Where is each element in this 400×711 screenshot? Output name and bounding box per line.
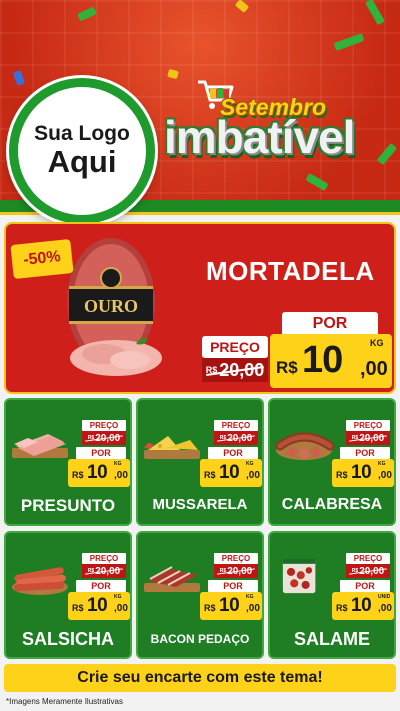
new-price-decimal: ,00	[114, 470, 128, 481]
logo-line1: Sua Logo	[34, 121, 130, 145]
featured-product-card[interactable]: OURO -50% MORTADELA PREÇO R$ 20,00 POR R…	[4, 222, 396, 394]
new-price: R$ 10 ,00 UNID	[332, 592, 394, 620]
product-card-salame[interactable]: PREÇO R$ 20,00 POR R$ 10 ,00 UNID SALAME	[268, 531, 396, 659]
price-label: PREÇO	[214, 420, 258, 431]
old-price: R$ 20,00	[214, 431, 258, 445]
new-price-currency: R$	[72, 470, 84, 480]
confetti-icon	[77, 6, 97, 22]
old-price: R$ 20,00	[202, 358, 268, 382]
new-price-decimal: ,00	[114, 603, 128, 614]
new-price-integer: 10	[219, 462, 240, 483]
product-name: PRESUNTO	[20, 496, 116, 515]
price-unit: KG	[378, 461, 386, 467]
por-label: POR	[76, 447, 126, 459]
confetti-icon	[234, 0, 250, 13]
disclaimer-text: *Imagens Meramente Ilustrativas	[6, 697, 123, 706]
price-unit: KG	[370, 338, 384, 348]
price-unit: KG	[246, 461, 254, 467]
sausage-ring-icon	[275, 432, 335, 460]
product-card-calabresa[interactable]: PREÇO R$ 20,00 POR R$ 10 ,00 KG CALABRES…	[268, 398, 396, 526]
new-price: R$ 10 ,00 KG	[270, 334, 392, 388]
price-unit: KG	[114, 594, 122, 600]
por-label: POR	[340, 580, 390, 592]
salami-package-icon	[282, 558, 316, 594]
product-card-bacon[interactable]: PREÇO R$ 20,00 POR R$ 10 ,00 KG BACON PE…	[136, 531, 264, 659]
new-price: R$ 10 ,00 KG	[332, 459, 394, 487]
product-name: CALABRESA	[281, 496, 383, 513]
new-price-currency: R$	[204, 470, 216, 480]
new-price-integer: 10	[351, 462, 372, 483]
price-label: PREÇO	[82, 420, 126, 431]
confetti-icon	[12, 70, 26, 86]
product-name: MUSSARELA	[152, 496, 248, 513]
new-price-decimal: ,00	[246, 470, 260, 481]
logo-placeholder[interactable]: Sua Logo Aqui	[9, 78, 155, 224]
new-price-currency: R$	[336, 603, 348, 613]
old-price: R$ 20,00	[82, 431, 126, 445]
new-price-integer: 10	[219, 595, 240, 616]
por-label: POR	[340, 447, 390, 459]
por-label: POR	[208, 580, 258, 592]
new-price: R$ 10 ,00 KG	[200, 459, 262, 487]
confetti-icon	[365, 0, 385, 26]
new-price-decimal: ,00	[378, 470, 392, 481]
old-price: R$ 20,00	[214, 564, 258, 578]
product-name: SALSICHA	[21, 629, 114, 649]
bacon-board-icon	[144, 566, 200, 592]
cheese-board-icon	[144, 436, 200, 459]
price-unit: KG	[246, 594, 254, 600]
new-price-integer: 10	[351, 595, 372, 616]
new-price-integer: 10	[302, 339, 343, 381]
new-price-decimal: ,00	[360, 358, 388, 380]
new-price-currency: R$	[72, 603, 84, 613]
por-label: POR	[208, 447, 258, 459]
new-price-currency: R$	[336, 470, 348, 480]
old-price: R$ 20,00	[82, 564, 126, 578]
price-label: PREÇO	[202, 336, 268, 358]
old-price: R$ 20,00	[346, 564, 390, 578]
price-label: PREÇO	[346, 420, 390, 431]
new-price: R$ 10 ,00 KG	[68, 592, 130, 620]
product-name: BACON PEDAÇO	[150, 632, 250, 646]
new-price-currency: R$	[204, 603, 216, 613]
por-label: POR	[76, 580, 126, 592]
featured-product-name: MORTADELA	[206, 256, 375, 286]
new-price: R$ 10 ,00 KG	[68, 459, 130, 487]
price-label: PREÇO	[82, 553, 126, 564]
package-brand-text: OURO	[84, 296, 138, 316]
new-price-integer: 10	[87, 595, 108, 616]
product-card-presunto[interactable]: PREÇO R$ 20,00 POR R$ 10 ,00 KG PRESUNTO	[4, 398, 132, 526]
product-card-mussarela[interactable]: PREÇO R$ 20,00 POR R$ 10 ,00 KG MUSSAREL…	[136, 398, 264, 526]
price-unit: KG	[114, 461, 122, 467]
por-label: POR	[282, 312, 378, 336]
cta-banner[interactable]: Crie seu encarte com este tema!	[4, 664, 396, 692]
new-price-integer: 10	[87, 462, 108, 483]
title-main-text: imbatível	[164, 111, 355, 163]
price-label: PREÇO	[214, 553, 258, 564]
old-price: R$ 20,00	[346, 431, 390, 445]
discount-badge: -50%	[10, 238, 74, 280]
hotdog-sausages-icon	[12, 567, 68, 595]
confetti-icon	[333, 33, 365, 51]
campaign-title: Setembro imbatível	[160, 72, 400, 202]
new-price-currency: R$	[276, 358, 298, 377]
sausage-package-icon: OURO	[67, 238, 162, 376]
new-price-decimal: ,00	[378, 603, 392, 614]
new-price-decimal: ,00	[246, 603, 260, 614]
new-price: R$ 10 ,00 KG	[200, 592, 262, 620]
product-card-salsicha[interactable]: PREÇO R$ 20,00 POR R$ 10 ,00 KG SALSICHA	[4, 531, 132, 659]
price-unit: UNID	[378, 594, 391, 600]
logo-line2: Aqui	[47, 143, 117, 179]
product-name: SALAME	[294, 629, 370, 649]
ham-board-icon	[12, 434, 68, 458]
price-label: PREÇO	[346, 553, 390, 564]
